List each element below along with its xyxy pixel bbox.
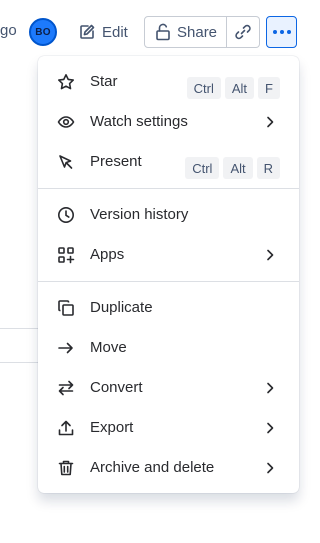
arrow-right-icon [57,339,75,357]
shortcut-key: Ctrl [186,77,221,99]
menu-item-label: Export [90,419,134,436]
content-divider [0,362,40,363]
menu-divider [38,281,299,282]
menu-item-move[interactable]: Move [38,328,299,368]
menu-divider [38,188,299,189]
last-edited-text: go [0,22,17,39]
page-toolbar: go BO Edit Share [0,0,308,64]
menu-item-label: Duplicate [90,299,153,316]
menu-item-label: Present [90,153,142,170]
shortcut-key: Alt [224,77,255,99]
chevron-right-icon [263,380,277,396]
menu-item-star[interactable]: Star Ctrl Alt F [38,62,299,102]
menu-item-watch-settings[interactable]: Watch settings [38,102,299,142]
menu-item-export[interactable]: Export [38,408,299,448]
menu-item-apps[interactable]: Apps [38,235,299,275]
menu-item-present[interactable]: Present Ctrl Alt R [38,142,299,182]
copy-link-button[interactable] [227,16,260,48]
menu-item-archive-and-delete[interactable]: Archive and delete [38,448,299,488]
clock-icon [57,206,75,224]
share-label: Share [177,23,218,41]
menu-item-version-history[interactable]: Version history [38,195,299,235]
trash-icon [57,459,75,477]
edit-label: Edit [102,23,128,41]
chevron-right-icon [263,247,277,263]
apps-icon [57,246,75,264]
menu-item-label: Archive and delete [90,459,215,476]
chevron-right-icon [263,420,277,436]
avatar[interactable]: BO [29,18,57,46]
menu-item-duplicate[interactable]: Duplicate [38,288,299,328]
unlock-icon [155,23,171,41]
pencil-icon [78,23,96,41]
shortcut-key: F [258,77,280,99]
menu-item-label: Apps [90,246,125,263]
shortcut-key: Ctrl [185,157,220,179]
chevron-right-icon [263,460,277,476]
keyboard-shortcut: Ctrl Alt F [186,77,280,99]
swap-icon [57,379,75,397]
menu-item-label: Convert [90,379,143,396]
more-actions-button[interactable] [266,16,297,48]
link-icon [234,23,252,41]
shortcut-key: Alt [223,157,253,179]
chevron-right-icon [263,114,277,130]
shortcut-key: R [256,157,280,179]
star-icon [57,73,75,91]
more-actions-menu: Star Ctrl Alt F Watch settings Present C… [38,56,299,493]
eye-icon [57,113,75,131]
duplicate-icon [57,299,75,317]
menu-item-label: Version history [90,206,189,223]
edit-button[interactable]: Edit [70,16,136,48]
menu-item-label: Star [90,73,118,90]
present-icon [57,153,75,171]
upload-icon [57,419,75,437]
menu-item-label: Watch settings [90,113,188,130]
keyboard-shortcut: Ctrl Alt R [185,157,280,179]
menu-item-label: Move [90,339,127,356]
content-divider [0,328,40,329]
more-icon [271,30,292,34]
menu-item-convert[interactable]: Convert [38,368,299,408]
share-button[interactable]: Share [144,16,227,48]
